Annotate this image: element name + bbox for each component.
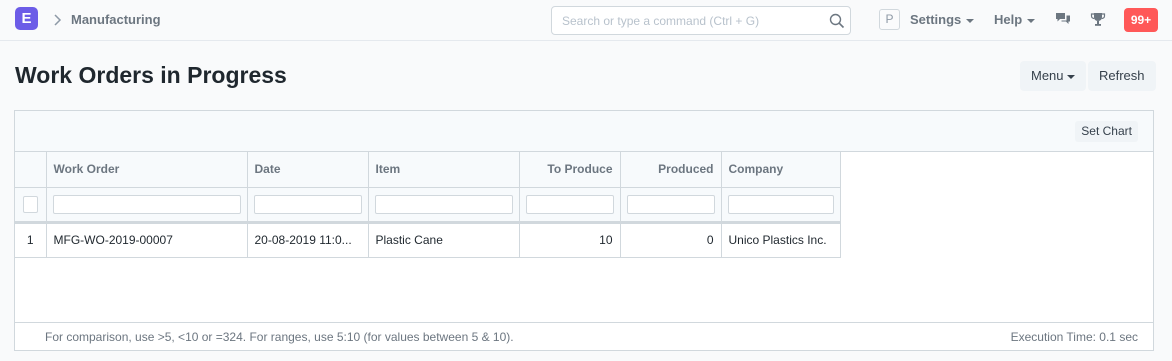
filter-company[interactable] — [727, 194, 834, 214]
search-icon[interactable] — [829, 13, 845, 29]
chart-toolbar: Set Chart — [15, 111, 1153, 152]
column-header-produced[interactable]: Produced — [620, 152, 722, 188]
help-dropdown[interactable]: Help — [994, 12, 1036, 27]
avatar[interactable]: P — [879, 9, 900, 30]
report-footer: For comparison, use >5, <10 or =324. For… — [15, 322, 1153, 350]
row-index-header — [15, 152, 47, 188]
settings-label: Settings — [910, 12, 962, 27]
table-row[interactable]: 1 MFG-WO-2019-00007 20-08-2019 11:0... P… — [15, 220, 841, 258]
column-header-item[interactable]: Item — [368, 152, 520, 188]
cell-company[interactable]: Unico Plastics Inc. — [721, 220, 841, 258]
filter-item[interactable] — [374, 194, 513, 214]
header-row: Work Order Date Item To Produce Produced… — [15, 152, 841, 188]
column-header-work-order[interactable]: Work Order — [46, 152, 248, 188]
column-header-to-produce[interactable]: To Produce — [519, 152, 621, 188]
filter-hint: For comparison, use >5, <10 or =324. For… — [45, 330, 514, 344]
cell-produced[interactable]: 0 — [620, 220, 722, 258]
menu-button[interactable]: Menu — [1020, 61, 1086, 91]
filter-to-produce[interactable] — [525, 194, 614, 214]
help-label: Help — [994, 12, 1023, 27]
breadcrumb-manufacturing[interactable]: Manufacturing — [71, 12, 161, 27]
cell-item[interactable]: Plastic Cane — [368, 220, 520, 258]
execution-time: Execution Time: 0.1 sec — [1010, 330, 1138, 344]
menu-label: Menu — [1031, 68, 1064, 83]
cell-work-order[interactable]: MFG-WO-2019-00007 — [46, 220, 248, 258]
settings-dropdown[interactable]: Settings — [910, 12, 975, 27]
app-logo[interactable]: E — [15, 7, 38, 30]
caret-down-icon — [1066, 74, 1075, 79]
caret-down-icon — [966, 18, 975, 23]
select-all-checkbox[interactable] — [22, 195, 38, 213]
notifications-badge[interactable]: 99+ — [1124, 8, 1158, 32]
filter-work-order[interactable] — [52, 194, 241, 214]
search-input[interactable] — [552, 7, 812, 34]
cell-date[interactable]: 20-08-2019 11:0... — [247, 220, 369, 258]
navbar: E Manufacturing P Settings Help 99+ — [0, 0, 1172, 41]
filter-produced[interactable] — [626, 194, 715, 214]
report-table: Work Order Date Item To Produce Produced… — [15, 152, 841, 258]
chevron-right-icon — [54, 14, 62, 26]
set-chart-button[interactable]: Set Chart — [1075, 121, 1138, 142]
filter-row — [15, 187, 841, 223]
page-title: Work Orders in Progress — [15, 62, 287, 88]
comments-icon[interactable] — [1055, 11, 1071, 27]
row-index: 1 — [15, 220, 47, 258]
refresh-button[interactable]: Refresh — [1088, 61, 1156, 91]
column-header-company[interactable]: Company — [721, 152, 841, 188]
cell-to-produce[interactable]: 10 — [519, 220, 621, 258]
column-header-date[interactable]: Date — [247, 152, 369, 188]
trophy-icon[interactable] — [1090, 11, 1106, 27]
report-container: Set Chart Work Order Date Item To Produc… — [14, 110, 1154, 351]
filter-date[interactable] — [253, 194, 362, 214]
search-box — [551, 6, 851, 35]
caret-down-icon — [1027, 18, 1036, 23]
